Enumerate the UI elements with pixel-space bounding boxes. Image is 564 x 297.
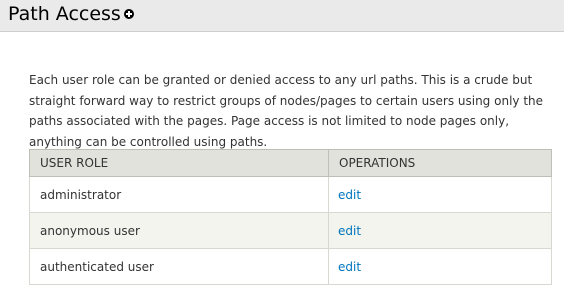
table-row: anonymous user edit: [29, 212, 552, 249]
edit-link-administrator[interactable]: edit: [338, 188, 361, 202]
edit-link-anonymous-user[interactable]: edit: [338, 224, 361, 238]
operations-cell: edit: [328, 176, 552, 213]
plus-circle-icon[interactable]: [124, 9, 134, 19]
page-description: Each user role can be granted or denied …: [29, 73, 544, 149]
operations-cell: edit: [328, 248, 552, 285]
page-title: Path Access: [8, 3, 121, 25]
edit-link-authenticated-user[interactable]: edit: [338, 260, 361, 274]
role-name: administrator: [29, 176, 329, 213]
operations-cell: edit: [328, 212, 552, 249]
table-row: administrator edit: [29, 176, 552, 213]
role-name: authenticated user: [29, 248, 329, 285]
page-header: Path Access: [0, 0, 564, 32]
table-row: authenticated user edit: [29, 248, 552, 285]
column-header-user-role: USER ROLE: [29, 149, 329, 177]
table-header-row: USER ROLE OPERATIONS: [29, 149, 552, 177]
column-header-operations: OPERATIONS: [328, 149, 552, 177]
user-roles-table: USER ROLE OPERATIONS administrator edit …: [29, 149, 552, 285]
role-name: anonymous user: [29, 212, 329, 249]
